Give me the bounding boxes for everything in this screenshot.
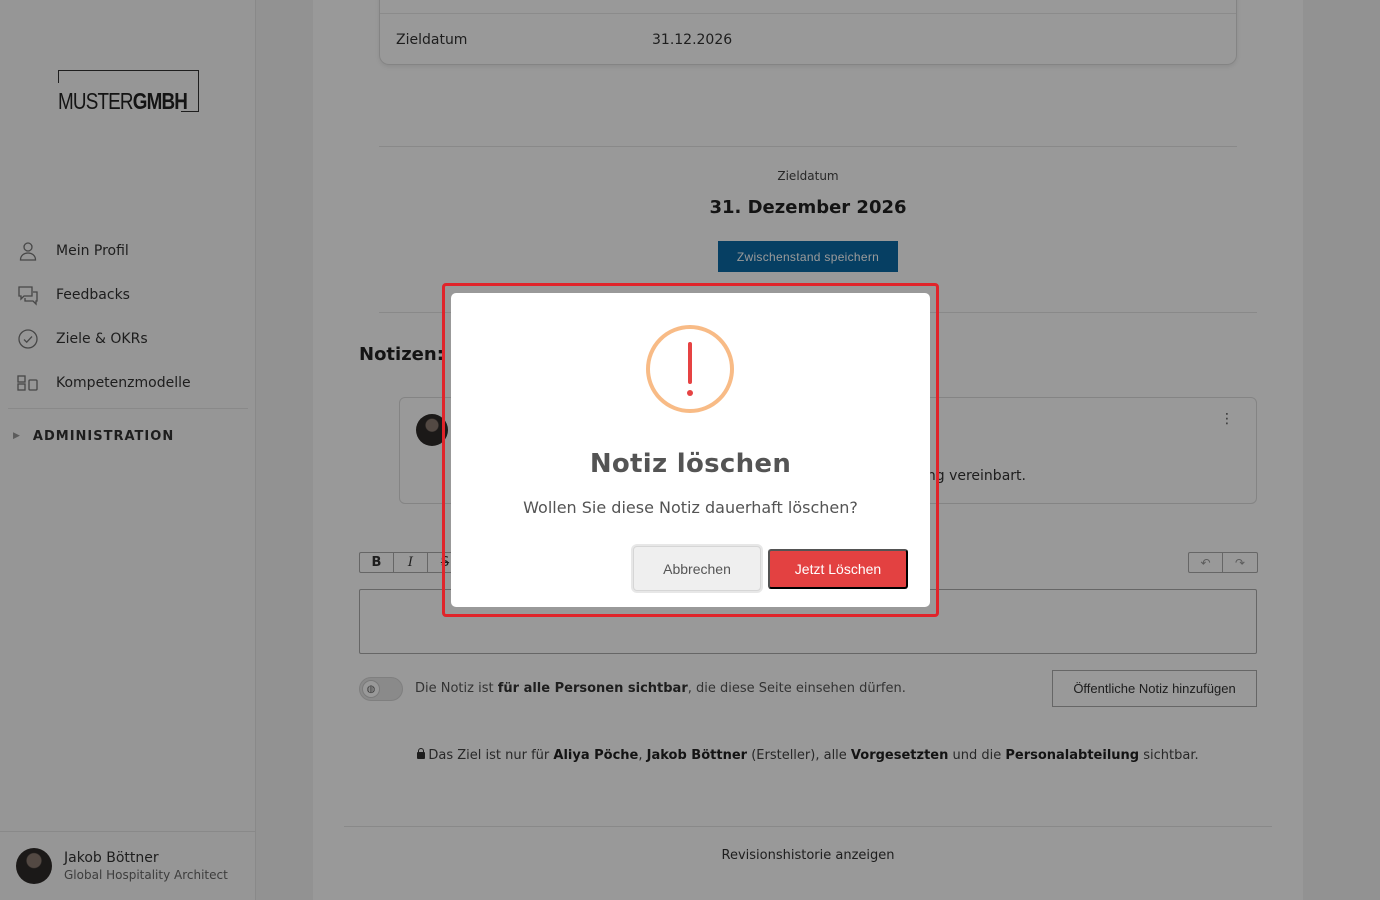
cancel-button[interactable]: Abbrechen — [633, 546, 761, 591]
warning-icon — [646, 325, 734, 413]
delete-note-dialog: Notiz löschen Wollen Sie diese Notiz dau… — [451, 293, 930, 607]
warning-icon-bar — [688, 342, 692, 384]
warning-icon-dot — [687, 390, 693, 396]
confirm-delete-button[interactable]: Jetzt Löschen — [768, 549, 908, 589]
dialog-message: Wollen Sie diese Notiz dauerhaft löschen… — [523, 498, 858, 517]
dialog-title: Notiz löschen — [589, 449, 792, 479]
